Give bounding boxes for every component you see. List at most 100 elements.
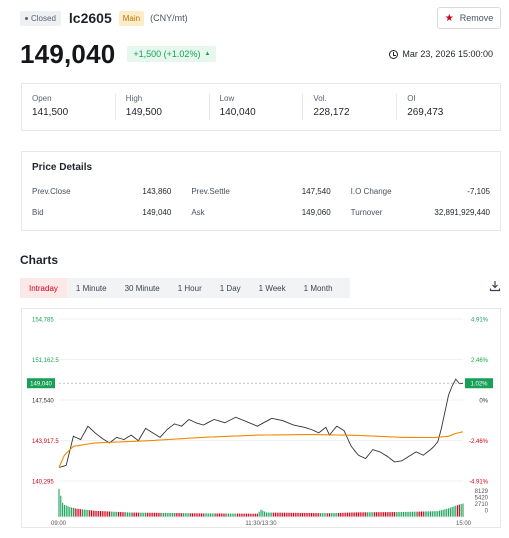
tab-1-hour[interactable]: 1 Hour bbox=[169, 278, 211, 298]
last-pct-tag-label: 1.02% bbox=[470, 382, 488, 388]
volume-bar bbox=[58, 489, 60, 517]
volume-bar bbox=[143, 512, 145, 517]
volume-bar bbox=[130, 512, 132, 517]
volume-bar bbox=[218, 513, 221, 517]
volume-bar bbox=[350, 512, 352, 517]
tab-1-day[interactable]: 1 Day bbox=[211, 278, 250, 298]
volume-bar bbox=[417, 511, 419, 517]
detail-label: I.O Change bbox=[350, 187, 392, 196]
volume-bar bbox=[318, 513, 320, 517]
volume-bar bbox=[76, 508, 78, 517]
y-axis-right-tick: 2.46% bbox=[471, 358, 489, 364]
volume-bar bbox=[375, 512, 377, 517]
volume-bar bbox=[227, 513, 230, 517]
volume-bar bbox=[397, 512, 399, 517]
volume-bar bbox=[154, 512, 156, 517]
detail-turnover: Turnover 32,891,929,440 bbox=[351, 208, 490, 217]
volume-bar bbox=[395, 512, 397, 517]
detail-value: 149,060 bbox=[301, 208, 331, 217]
volume-bar bbox=[294, 512, 296, 517]
volume-bar bbox=[410, 511, 412, 517]
volume-bar bbox=[202, 513, 204, 517]
tab-1-month[interactable]: 1 Month bbox=[295, 278, 342, 298]
market-status-badge: Closed bbox=[20, 10, 61, 26]
volume-bar bbox=[383, 512, 385, 517]
volume-bar bbox=[310, 513, 313, 517]
volume-bar bbox=[386, 512, 388, 517]
detail-value: -7,105 bbox=[467, 187, 490, 196]
volume-bar bbox=[146, 512, 148, 517]
volume-bar bbox=[440, 510, 442, 517]
volume-bar bbox=[298, 512, 300, 517]
volume-bar bbox=[235, 513, 237, 517]
detail-bid: Bid 149,040 bbox=[32, 208, 171, 217]
y-axis-left-tick: 140,295 bbox=[32, 480, 54, 486]
contract-symbol: lc2605 bbox=[68, 10, 112, 26]
volume-bar bbox=[190, 513, 192, 517]
volume-bar bbox=[455, 505, 457, 517]
volume-bar bbox=[420, 511, 423, 517]
volume-bar bbox=[439, 510, 441, 517]
volume-bar bbox=[381, 512, 383, 517]
volume-bar bbox=[404, 511, 406, 517]
volume-bar bbox=[116, 511, 118, 517]
volume-bar bbox=[260, 509, 262, 517]
volume-bar bbox=[163, 512, 165, 517]
intraday-chart: 154,785 151,162.5 147,540 143,917.5 140,295 4… bbox=[21, 308, 501, 528]
stat-label: Low bbox=[219, 94, 235, 103]
volume-bar bbox=[145, 512, 147, 517]
volume-bar bbox=[69, 507, 71, 517]
volume-bar bbox=[231, 513, 233, 517]
stat-value: 228,172 bbox=[313, 107, 350, 118]
volume-bar bbox=[108, 511, 111, 517]
volume-bar bbox=[442, 509, 444, 517]
intraday-chart-svg: 154,785 151,162.5 147,540 143,917.5 140,295 4… bbox=[27, 318, 493, 527]
stat-label: Open bbox=[32, 94, 52, 103]
detail-prev-settle: Prev.Settle 147,540 bbox=[191, 187, 330, 196]
download-icon[interactable] bbox=[489, 280, 501, 292]
price-change: +1,500 (+1.02%) bbox=[133, 49, 201, 59]
y-axis-right-tick: -4.91% bbox=[469, 480, 489, 486]
volume-bar bbox=[177, 513, 179, 517]
volume-bar bbox=[92, 510, 94, 517]
remove-watchlist-button[interactable]: ★ Remove bbox=[437, 7, 501, 29]
y-axis-left-tick: 154,785 bbox=[32, 318, 54, 324]
stat-label: Vol. bbox=[313, 94, 327, 103]
volume-bar bbox=[121, 512, 123, 517]
stats-panel: Open 141,500 High 149,500 Low 140,040 Vo… bbox=[21, 83, 501, 131]
tab-1-week[interactable]: 1 Week bbox=[250, 278, 295, 298]
volume-bar bbox=[117, 511, 120, 517]
tab-1-minute[interactable]: 1 Minute bbox=[67, 278, 116, 298]
volume-bar bbox=[280, 512, 282, 517]
tab-intraday[interactable]: Intraday bbox=[20, 278, 67, 298]
volume-bar bbox=[292, 512, 295, 517]
volume-bar bbox=[150, 512, 152, 517]
volume-bar bbox=[411, 511, 414, 517]
volume-bar bbox=[303, 512, 305, 517]
volume-bar bbox=[458, 504, 460, 517]
volume-bar bbox=[408, 511, 410, 517]
y-axis-left-tick: 143,917.5 bbox=[32, 439, 59, 445]
detail-prev-close: Prev.Close 143,860 bbox=[32, 187, 171, 196]
volume-bar bbox=[60, 495, 62, 517]
detail-label: Prev.Close bbox=[32, 187, 71, 196]
volume-bar bbox=[399, 512, 401, 517]
main-contract-tag: Main bbox=[118, 10, 145, 26]
volume-bar bbox=[321, 513, 323, 517]
volume-bar bbox=[81, 509, 83, 517]
volume-bar bbox=[449, 507, 451, 517]
volume-bar bbox=[316, 513, 318, 517]
volume-bar bbox=[276, 512, 278, 517]
volume-bar bbox=[327, 513, 329, 517]
volume-bar bbox=[314, 513, 316, 517]
volume-bar bbox=[392, 512, 394, 517]
volume-bar bbox=[285, 512, 287, 517]
volume-bar bbox=[264, 511, 266, 517]
tab-30-minute[interactable]: 30 Minute bbox=[116, 278, 169, 298]
volume-bar bbox=[265, 512, 267, 517]
price-change-badge: +1,500 (+1.02%) ▲ bbox=[127, 46, 217, 62]
volume-bar bbox=[273, 512, 275, 517]
price-row: 149,040 +1,500 (+1.02%) ▲ Mar 23, 2026 1… bbox=[20, 38, 501, 70]
volume-bar bbox=[289, 512, 291, 517]
market-status-label: Closed bbox=[31, 13, 56, 23]
